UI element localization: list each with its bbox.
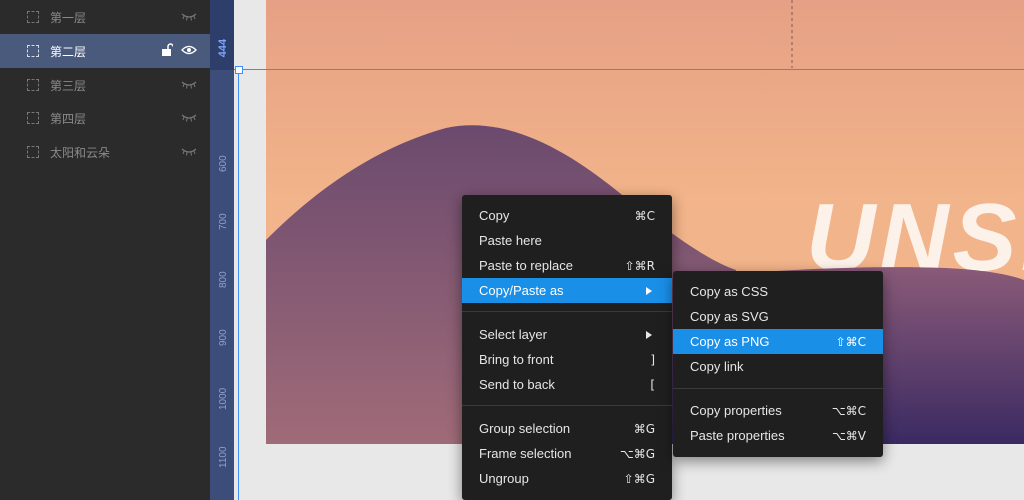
- layer-row[interactable]: 第四层: [0, 101, 210, 135]
- menu-item-label: Frame selection: [479, 446, 572, 461]
- ruler-label: 1000: [218, 387, 229, 410]
- guide-vertical: [238, 69, 239, 500]
- copy-paste-submenu: Copy as CSS Copy as SVG Copy as PNG ⇧⌘C …: [673, 271, 883, 457]
- eye-closed-icon[interactable]: [181, 11, 197, 21]
- menu-item-label: Copy properties: [690, 403, 782, 418]
- layer-name: 第一层: [50, 10, 87, 25]
- frame-icon: [27, 112, 39, 124]
- submenu-arrow-icon: [646, 330, 652, 339]
- menu-item-ungroup[interactable]: Ungroup ⇧⌘G: [462, 466, 672, 491]
- shortcut: ⌥⌘C: [831, 403, 866, 418]
- context-menu: Copy ⌘C Paste here Paste to replace ⇧⌘R …: [462, 195, 672, 500]
- layer-name: 太阳和云朵: [50, 145, 111, 160]
- menu-item-copy[interactable]: Copy ⌘C: [462, 203, 672, 228]
- menu-item-label: Select layer: [479, 327, 547, 342]
- layer-row-selected[interactable]: 第二层: [0, 34, 210, 68]
- ruler-highlight-value: 444: [217, 38, 229, 58]
- menu-item-select-layer[interactable]: Select layer: [462, 322, 672, 347]
- menu-item-copy-as-css[interactable]: Copy as CSS: [673, 279, 883, 304]
- menu-item-label: Paste to replace: [479, 258, 573, 273]
- menu-item-copy-paste-as[interactable]: Copy/Paste as: [462, 278, 672, 303]
- layer-row[interactable]: 第一层: [0, 0, 210, 34]
- menu-item-label: Bring to front: [479, 352, 554, 367]
- eye-closed-icon[interactable]: [181, 112, 197, 122]
- ruler-label: 1100: [218, 446, 229, 468]
- menu-item-label: Copy as CSS: [690, 284, 769, 299]
- eye-icon[interactable]: [181, 45, 197, 55]
- ruler-label: 600: [218, 155, 229, 172]
- shortcut: ⌥⌘G: [619, 446, 655, 461]
- frame-icon: [27, 45, 39, 57]
- frame-icon: [27, 79, 39, 91]
- menu-item-send-to-back[interactable]: Send to back [: [462, 372, 672, 397]
- shortcut: ⌘C: [634, 208, 655, 223]
- menu-item-copy-properties[interactable]: Copy properties ⌥⌘C: [673, 398, 883, 423]
- menu-item-copy-link[interactable]: Copy link: [673, 354, 883, 379]
- menu-item-paste-here[interactable]: Paste here: [462, 228, 672, 253]
- menu-item-label: Send to back: [479, 377, 555, 392]
- layers-panel: 第一层 第二层 第三层 第四层 太阳和云朵: [0, 0, 210, 500]
- menu-item-bring-to-front[interactable]: Bring to front ]: [462, 347, 672, 372]
- menu-item-label: Copy as PNG: [690, 334, 770, 349]
- shortcut: ⇧⌘G: [623, 471, 655, 486]
- menu-item-paste-to-replace[interactable]: Paste to replace ⇧⌘R: [462, 253, 672, 278]
- shortcut: ⌥⌘V: [831, 428, 866, 443]
- menu-divider: [673, 388, 883, 389]
- menu-item-frame-selection[interactable]: Frame selection ⌥⌘G: [462, 441, 672, 466]
- selection-handle[interactable]: [235, 66, 243, 74]
- menu-item-label: Copy: [479, 208, 510, 223]
- layer-name: 第四层: [50, 111, 87, 126]
- menu-item-label: Copy/Paste as: [479, 283, 564, 298]
- menu-divider: [462, 405, 672, 406]
- eye-closed-icon[interactable]: [181, 79, 197, 89]
- menu-item-label: Group selection: [479, 421, 571, 436]
- menu-item-copy-as-svg[interactable]: Copy as SVG: [673, 304, 883, 329]
- menu-item-paste-properties[interactable]: Paste properties ⌥⌘V: [673, 423, 883, 448]
- layer-row[interactable]: 第三层: [0, 68, 210, 102]
- layer-name: 第二层: [50, 44, 87, 59]
- shortcut: ⌘G: [633, 421, 655, 436]
- shortcut: [: [650, 377, 655, 392]
- menu-item-label: Ungroup: [479, 471, 529, 486]
- menu-item-label: Copy as SVG: [690, 309, 769, 324]
- ruler-label: 800: [218, 271, 229, 288]
- shortcut: ]: [650, 352, 655, 367]
- ruler-top: [210, 0, 234, 70]
- submenu-arrow-icon: [646, 286, 652, 295]
- shortcut: ⇧⌘C: [835, 334, 866, 349]
- frame-icon: [27, 11, 39, 23]
- layer-name: 第三层: [50, 78, 87, 93]
- menu-divider: [462, 311, 672, 312]
- unlock-icon[interactable]: [161, 43, 173, 57]
- guide-horizontal: [234, 69, 1024, 70]
- ruler-label: 900: [218, 329, 229, 346]
- eye-closed-icon[interactable]: [181, 146, 197, 156]
- menu-item-label: Paste here: [479, 233, 542, 248]
- shortcut: ⇧⌘R: [624, 258, 655, 273]
- menu-item-label: Paste properties: [690, 428, 785, 443]
- layer-row[interactable]: 太阳和云朵: [0, 135, 210, 169]
- menu-item-copy-as-png[interactable]: Copy as PNG ⇧⌘C: [673, 329, 883, 354]
- frame-icon: [27, 146, 39, 158]
- menu-item-label: Copy link: [690, 359, 744, 374]
- ruler-label: 700: [218, 213, 229, 230]
- menu-item-group-selection[interactable]: Group selection ⌘G: [462, 416, 672, 441]
